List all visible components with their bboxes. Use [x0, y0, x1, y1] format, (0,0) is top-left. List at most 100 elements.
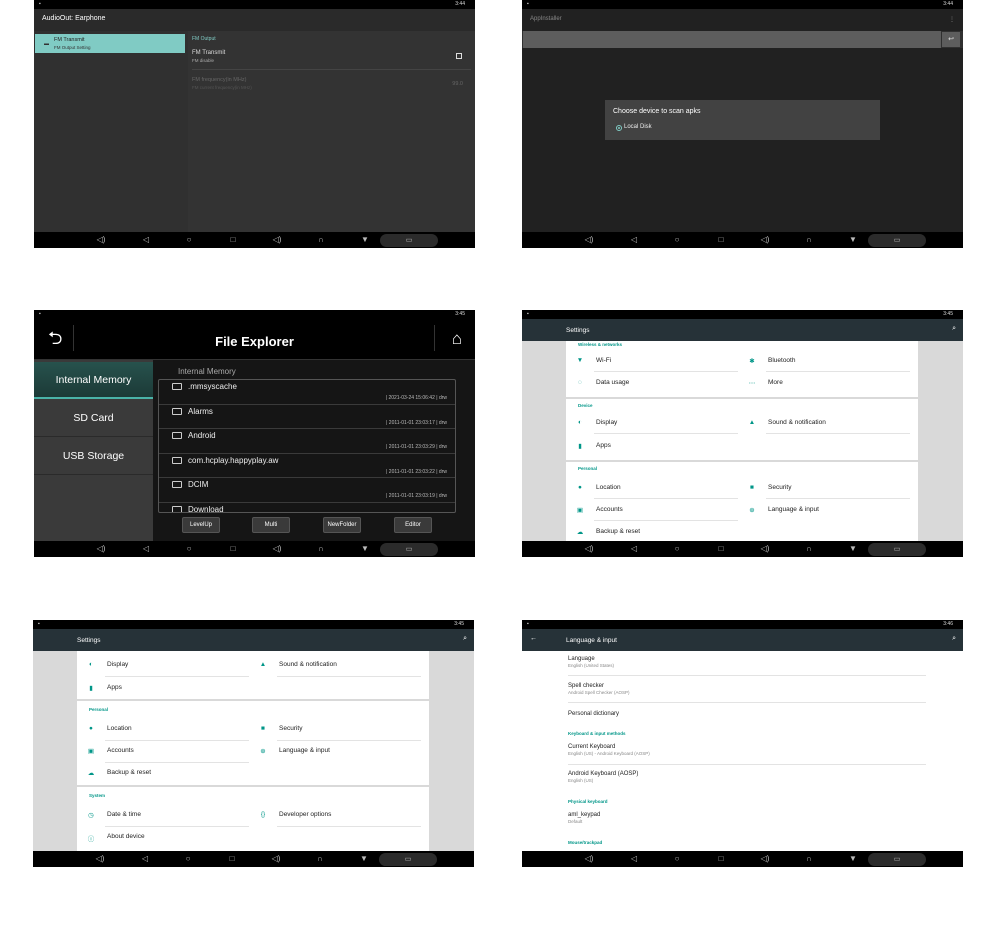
home-icon[interactable]: ○	[672, 854, 682, 864]
search-icon[interactable]: ⌕	[952, 635, 956, 643]
screen-icon[interactable]: ▭	[868, 543, 926, 556]
screen-icon[interactable]: ▭	[379, 853, 437, 866]
fm-transmit-side-item[interactable]: ▬ FM Transmit FM Output Setting	[35, 34, 185, 53]
headphones-icon[interactable]: ∩	[804, 854, 814, 864]
volume-down-icon[interactable]: ◁)	[95, 854, 105, 864]
divider	[192, 69, 471, 70]
back-icon[interactable]: ◁	[629, 235, 639, 245]
file-list-pane: Internal Memory .mmsyscache | 2021-03-24…	[153, 360, 475, 541]
menu-down-icon[interactable]: ▼	[848, 235, 858, 245]
back-arrow-icon[interactable]: ←	[530, 635, 537, 642]
personal-card: Personal ● Location ■ Security ▣ Accounts ⊕…	[77, 701, 429, 785]
editor-button[interactable]: Editor	[394, 517, 432, 533]
menu-down-icon[interactable]: ▼	[360, 235, 370, 245]
file-row[interactable]: Download	[159, 503, 455, 512]
recents-icon[interactable]: □	[227, 854, 237, 864]
side-item-subtitle: FM Output Setting	[54, 45, 91, 50]
recents-icon[interactable]: □	[716, 544, 726, 554]
bell-icon: ▲	[259, 661, 267, 668]
pref-language[interactable]: Language English (United States)	[568, 656, 614, 668]
levelup-button[interactable]: LevelUp	[182, 517, 220, 533]
volume-up-icon[interactable]: ◁)	[271, 854, 281, 864]
pref-aml-keypad[interactable]: aml_keypad Default	[568, 812, 600, 824]
volume-down-icon[interactable]: ◁)	[96, 235, 106, 245]
more-vert-icon[interactable]: ⋮	[949, 16, 955, 23]
folder-icon	[172, 456, 182, 464]
back-icon[interactable]: ◁	[141, 544, 151, 554]
screen-icon[interactable]: ▭	[380, 543, 438, 556]
volume-down-icon[interactable]: ◁)	[584, 544, 594, 554]
headphones-icon[interactable]: ∩	[315, 854, 325, 864]
back-icon[interactable]: ◁	[629, 854, 639, 864]
pref-spell-checker[interactable]: Spell checker Android Spell Checker (AOSP…	[568, 683, 630, 695]
app-bar: ← Language & input ⌕	[522, 629, 963, 651]
home-icon[interactable]: ○	[184, 544, 194, 554]
search-icon[interactable]: ⌕	[463, 635, 467, 643]
file-row[interactable]: com.hcplay.happyplay.aw | 2011-01-01 23:…	[159, 454, 455, 478]
pref-current-keyboard[interactable]: Current Keyboard English (US) - Android K…	[568, 744, 650, 756]
fm-frequency-subtitle: FM current frequency(in MHz)	[192, 85, 252, 90]
home-icon[interactable]: ⌂	[452, 329, 462, 349]
home-icon[interactable]: ○	[183, 854, 193, 864]
nav-bar: ◁) ◁ ○ □ ◁) ∩ ▼ ▭	[34, 232, 475, 248]
content-area	[522, 48, 963, 232]
appinstaller-screen: ▪ 3:44 AppInstaller ⋮ ↩ Choose device to …	[522, 0, 963, 248]
headphones-icon[interactable]: ∩	[316, 544, 326, 554]
wifi-icon: ▼	[576, 357, 584, 364]
file-meta: | 2011-01-01 23:03:17 | drw	[386, 419, 447, 426]
menu-down-icon[interactable]: ▼	[848, 544, 858, 554]
volume-down-icon[interactable]: ◁)	[584, 235, 594, 245]
screen-icon[interactable]: ▭	[868, 234, 926, 247]
clear-icon[interactable]: ↩	[942, 32, 960, 47]
file-row[interactable]: .mmsyscache | 2021-03-24 15:06:42 | drw	[159, 380, 455, 405]
headphones-icon[interactable]: ∩	[804, 544, 814, 554]
path-input[interactable]	[523, 31, 941, 48]
file-row[interactable]: DCIM | 2011-01-01 23:03:19 | drw	[159, 478, 455, 503]
back-icon[interactable]: ◁	[629, 544, 639, 554]
tab-sd-card[interactable]: SD Card	[34, 400, 153, 437]
recents-icon[interactable]: □	[228, 235, 238, 245]
tab-usb-storage[interactable]: USB Storage	[34, 438, 153, 475]
fm-transmit-checkbox[interactable]	[456, 53, 462, 59]
device-card: ◐ Display ▲ Sound & notification ▮ Apps	[77, 651, 429, 699]
volume-up-icon[interactable]: ◁)	[272, 235, 282, 245]
multi-button[interactable]: Multi	[252, 517, 290, 533]
home-icon[interactable]: ○	[672, 235, 682, 245]
volume-up-icon[interactable]: ◁)	[760, 235, 770, 245]
recents-icon[interactable]: □	[716, 854, 726, 864]
recents-icon[interactable]: □	[716, 235, 726, 245]
apps-icon: ▮	[89, 685, 93, 692]
file-name: Android	[188, 431, 216, 440]
volume-up-icon[interactable]: ◁)	[272, 544, 282, 554]
home-icon[interactable]: ○	[184, 235, 194, 245]
recents-icon[interactable]: □	[228, 544, 238, 554]
menu-down-icon[interactable]: ▼	[848, 854, 858, 864]
volume-up-icon[interactable]: ◁)	[760, 544, 770, 554]
home-icon[interactable]: ○	[672, 544, 682, 554]
pref-personal-dictionary[interactable]: Personal dictionary	[568, 711, 619, 717]
volume-up-icon[interactable]: ◁)	[760, 854, 770, 864]
file-row[interactable]: Alarms | 2011-01-01 23:03:17 | drw	[159, 405, 455, 429]
file-row[interactable]: Android | 2011-01-01 23:03:29 | drw	[159, 429, 455, 454]
globe-icon: ⊕	[749, 507, 755, 514]
headphones-icon[interactable]: ∩	[316, 235, 326, 245]
fm-transmit-title[interactable]: FM Transmit	[192, 50, 225, 56]
side-item-title: FM Transmit	[54, 37, 85, 43]
screen-icon[interactable]: ▭	[868, 853, 926, 866]
tab-internal-memory[interactable]: Internal Memory	[34, 362, 153, 399]
scan-device-dialog: Choose device to scan apks Local Disk	[605, 100, 880, 140]
search-icon[interactable]: ⌕	[952, 325, 956, 333]
menu-down-icon[interactable]: ▼	[359, 854, 369, 864]
pref-android-keyboard[interactable]: Android Keyboard (AOSP) English (US)	[568, 771, 638, 783]
screen-icon[interactable]: ▭	[380, 234, 438, 247]
menu-down-icon[interactable]: ▼	[360, 544, 370, 554]
volume-down-icon[interactable]: ◁)	[96, 544, 106, 554]
back-icon[interactable]: ◁	[141, 235, 151, 245]
back-icon[interactable]: ◁	[140, 854, 150, 864]
radio-button[interactable]	[616, 125, 622, 131]
volume-down-icon[interactable]: ◁)	[584, 854, 594, 864]
local-disk-option[interactable]: Local Disk	[624, 124, 652, 130]
newfolder-button[interactable]: NewFolder	[323, 517, 361, 533]
headphones-icon[interactable]: ∩	[804, 235, 814, 245]
divider	[105, 826, 249, 827]
